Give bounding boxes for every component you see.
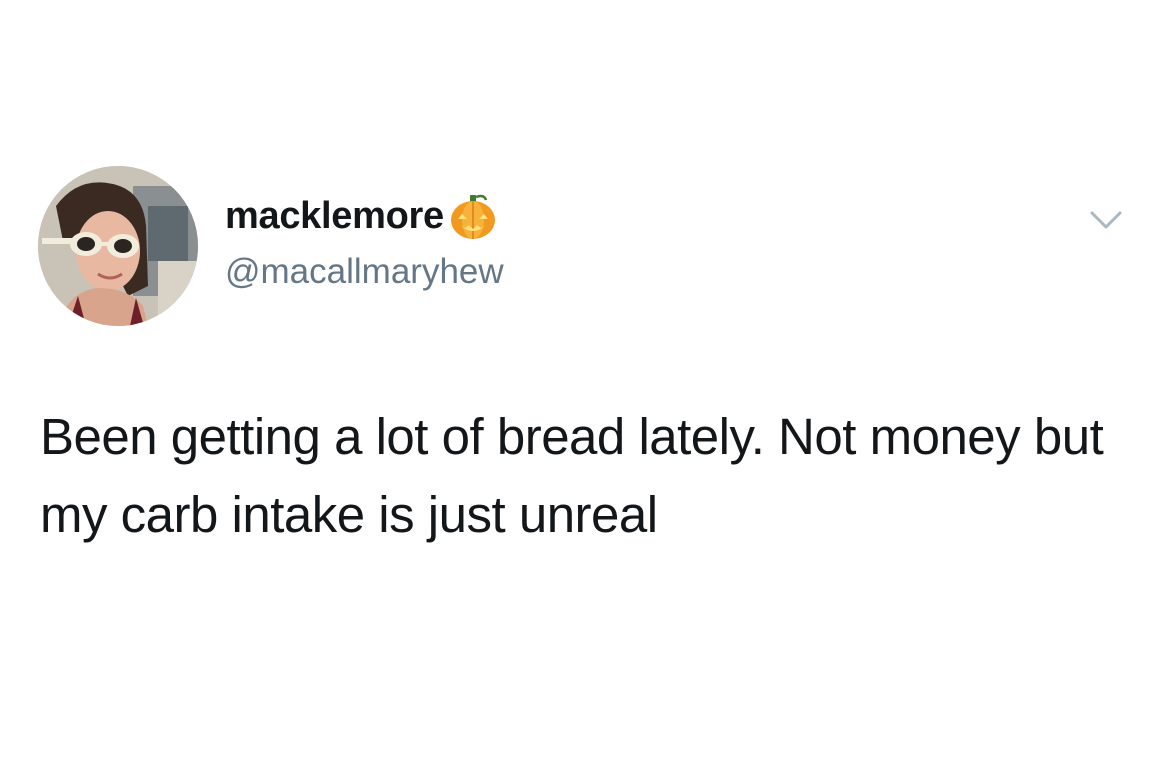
user-handle[interactable]: @macallmaryhew (225, 250, 504, 294)
tweet-card: macklemore @macallmaryhew Been getting a… (0, 0, 1154, 772)
display-name[interactable]: macklemore (225, 190, 498, 242)
display-name-text: macklemore (225, 195, 444, 237)
tweet-text: Been getting a lot of bread lately. Not … (40, 408, 1104, 543)
pumpkin-icon (450, 194, 495, 239)
avatar-photo (38, 166, 198, 326)
chevron-down-icon[interactable] (1086, 205, 1126, 235)
avatar[interactable] (38, 166, 198, 326)
